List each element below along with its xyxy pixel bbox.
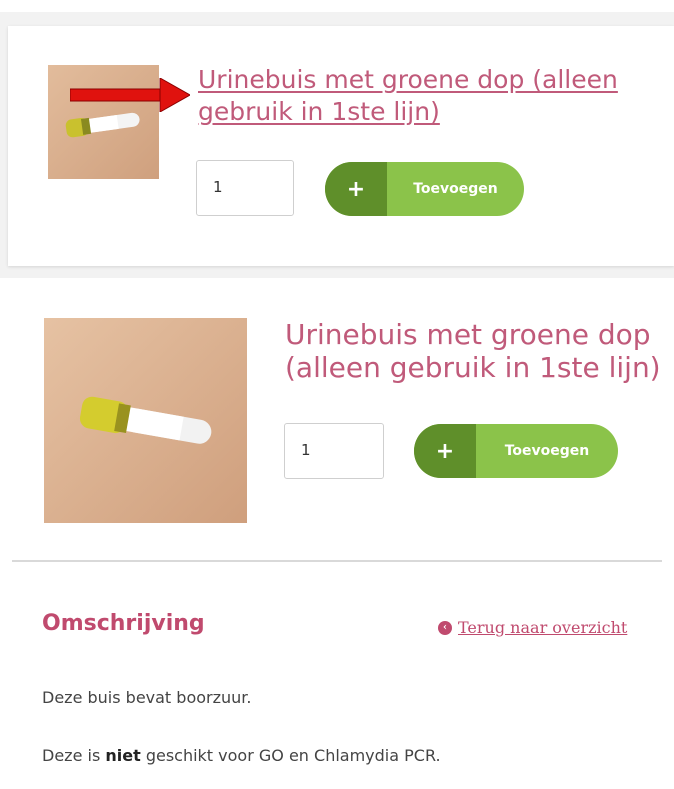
arrow-left-circle-icon: ‹ <box>438 620 452 635</box>
product-title-link[interactable]: Urinebuis met groene dop (alleen gebruik… <box>198 64 638 128</box>
add-to-cart-button[interactable]: + Toevoegen <box>414 424 618 478</box>
description-heading: Omschrijving <box>42 611 205 636</box>
quantity-input[interactable]: 1 <box>284 423 384 479</box>
description-line: Deze is niet geschikt voor GO en Chlamyd… <box>42 746 441 765</box>
back-to-overview-link[interactable]: ‹ Terug naar overzicht <box>438 618 627 637</box>
quantity-input[interactable]: 1 <box>196 160 294 216</box>
add-to-cart-button[interactable]: + Toevoegen <box>325 162 524 216</box>
description-text: Deze is <box>42 746 106 765</box>
section-divider <box>12 560 662 562</box>
add-button-label: Toevoegen <box>504 443 590 459</box>
urine-tube-image <box>44 318 247 523</box>
plus-icon: + <box>325 162 387 216</box>
add-button-label: Toevoegen <box>413 181 498 197</box>
product-image-large <box>44 318 247 523</box>
product-title: Urinebuis met groene dop (alleen gebruik… <box>285 318 661 384</box>
description-text: geschikt voor GO en Chlamydia PCR. <box>140 746 441 765</box>
emphasis-text: niet <box>105 746 141 765</box>
description-line: Deze buis bevat boorzuur. <box>42 688 252 707</box>
back-link-label: Terug naar overzicht <box>458 618 628 637</box>
annotation-arrow-icon <box>70 78 190 112</box>
plus-icon: + <box>414 424 476 478</box>
